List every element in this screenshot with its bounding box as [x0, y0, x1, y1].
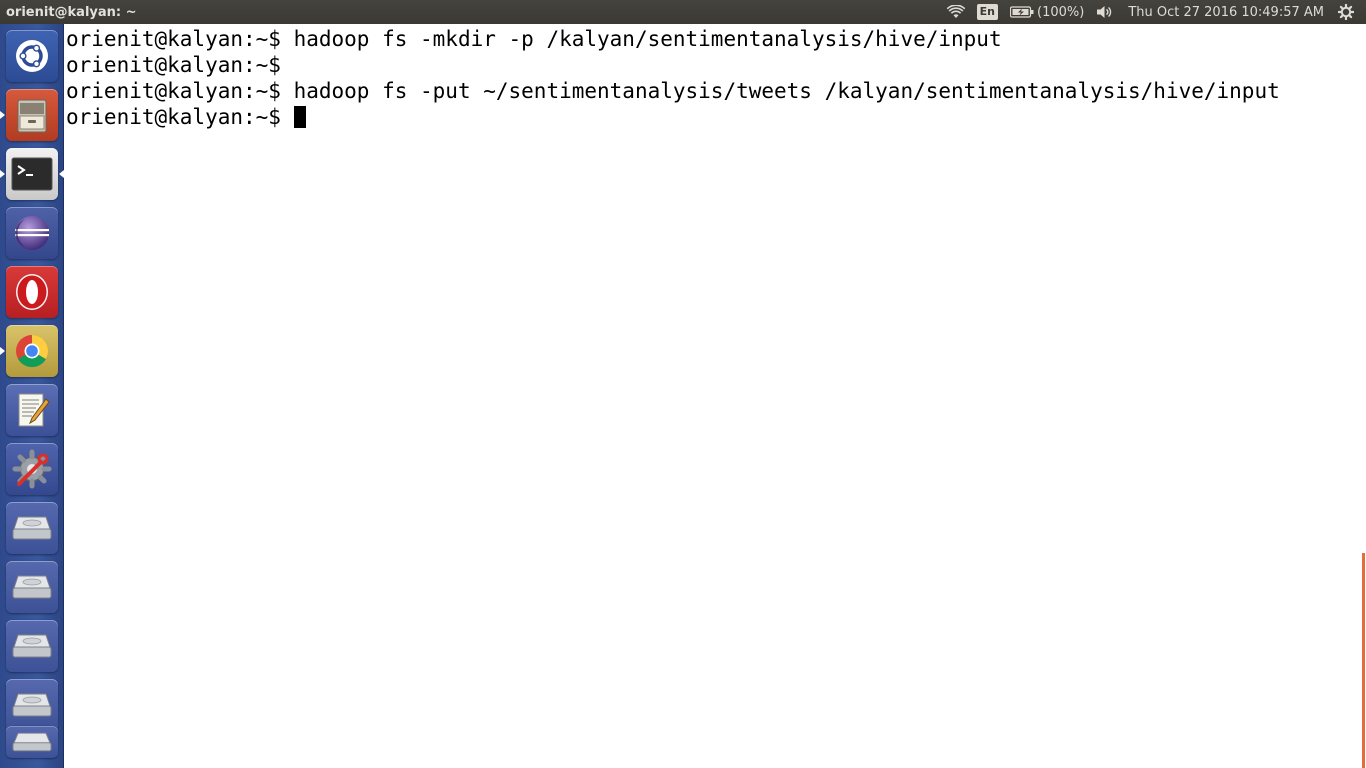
launcher-drive-5[interactable]	[6, 726, 58, 758]
battery-percentage: (100%)	[1037, 4, 1085, 20]
running-indicator	[0, 170, 5, 178]
keyboard-indicator[interactable]: En	[971, 0, 1004, 24]
terminal-line: orienit@kalyan:~$ hadoop fs -put ~/senti…	[66, 78, 1366, 104]
terminal-command	[281, 105, 294, 129]
speaker-icon	[1097, 6, 1112, 18]
top-panel: orienit@kalyan: ~ En (100%) Thu Oct 27 2…	[0, 0, 1366, 24]
terminal-window[interactable]: orienit@kalyan:~$ hadoop fs -mkdir -p /k…	[65, 24, 1366, 768]
wifi-indicator[interactable]	[941, 0, 971, 24]
launcher-drive-2[interactable]	[6, 561, 58, 613]
launcher	[0, 24, 64, 768]
terminal-prompt: orienit@kalyan:~$	[66, 27, 281, 51]
settings-gear-icon	[12, 449, 52, 489]
terminal-command: hadoop fs -mkdir -p /kalyan/sentimentana…	[280, 27, 1002, 51]
launcher-system-settings[interactable]	[6, 443, 58, 495]
launcher-text-editor[interactable]	[6, 384, 58, 436]
launcher-files[interactable]	[6, 89, 58, 141]
window-title: orienit@kalyan: ~	[6, 4, 137, 20]
sound-indicator[interactable]	[1090, 0, 1120, 24]
launcher-opera[interactable]	[6, 266, 58, 318]
battery-indicator[interactable]: (100%)	[1004, 0, 1090, 24]
terminal-prompt: orienit@kalyan:~$	[66, 105, 281, 129]
launcher-drive-3[interactable]	[6, 620, 58, 672]
terminal-line: orienit@kalyan:~$ hadoop fs -mkdir -p /k…	[66, 26, 1366, 52]
hard-drive-icon	[12, 575, 52, 599]
terminal-icon	[11, 157, 53, 191]
running-indicator	[0, 111, 5, 119]
opera-icon	[16, 274, 48, 310]
hard-drive-icon	[12, 693, 52, 717]
keyboard-layout-badge: En	[976, 4, 998, 20]
terminal-line: orienit@kalyan:~$	[66, 52, 1366, 78]
hard-drive-icon	[12, 634, 52, 658]
launcher-chrome[interactable]	[6, 325, 58, 377]
indicator-area: En (100%) Thu Oct 27 2016 10:49:57 AM	[941, 0, 1366, 24]
running-indicator	[0, 347, 5, 355]
launcher-drive-1[interactable]	[6, 502, 58, 554]
launcher-dash-home[interactable]	[6, 30, 58, 82]
terminal-cursor[interactable]	[293, 106, 306, 128]
gear-icon	[1338, 4, 1354, 20]
terminal-prompt: orienit@kalyan:~$	[66, 79, 281, 103]
launcher-eclipse[interactable]	[6, 207, 58, 259]
battery-icon	[1010, 6, 1034, 18]
terminal-command: hadoop fs -put ~/sentimentanalysis/tweet…	[280, 79, 1280, 103]
hard-drive-icon	[12, 516, 52, 540]
chrome-icon	[16, 334, 49, 368]
terminal-line: orienit@kalyan:~$	[66, 104, 1366, 130]
active-window-indicator	[59, 170, 64, 178]
terminal-prompt: orienit@kalyan:~$	[66, 53, 281, 77]
eclipse-icon	[15, 216, 49, 250]
text-editor-icon	[18, 393, 50, 427]
session-menu[interactable]	[1332, 0, 1360, 24]
hard-drive-icon	[12, 732, 52, 752]
launcher-drive-4[interactable]	[6, 679, 58, 731]
clock[interactable]: Thu Oct 27 2016 10:49:57 AM	[1120, 0, 1332, 24]
launcher-terminal[interactable]	[6, 148, 58, 200]
ubuntu-logo-icon	[16, 40, 48, 72]
file-cabinet-icon	[17, 99, 47, 133]
terminal-scroll-indicator[interactable]	[1362, 553, 1365, 768]
wifi-icon	[946, 5, 965, 18]
